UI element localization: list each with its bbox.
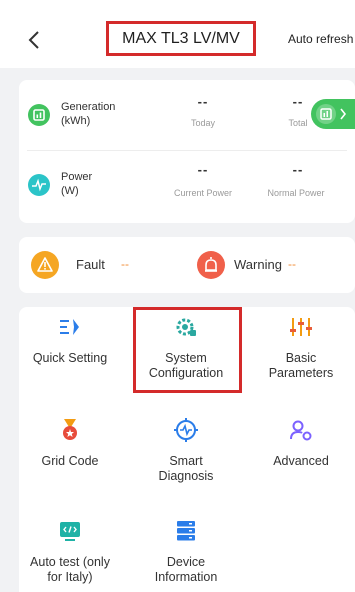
grid-code-button[interactable]: Grid Code	[18, 418, 122, 469]
normal-power-value: --	[292, 162, 304, 177]
grid-code-icon	[58, 418, 82, 442]
advanced-label: Advanced	[249, 454, 353, 469]
fault-label: Fault	[76, 257, 105, 272]
current-power-label: Current Power	[173, 188, 233, 198]
basic-parameters-label: Basic Parameters	[249, 351, 353, 381]
auto-test-label: Auto test (only for Italy)	[18, 555, 122, 585]
basic-parameters-icon	[289, 315, 313, 339]
power-label-line1: Power	[61, 171, 93, 183]
header-bar: MAX TL3 LV/MV Auto refresh	[0, 0, 355, 68]
system-configuration-highlight	[133, 307, 242, 393]
smart-diagnosis-icon	[174, 418, 198, 442]
fault-icon	[31, 251, 59, 279]
device-information-button[interactable]: Device Information	[134, 519, 238, 585]
auto-refresh-button[interactable]: Auto refresh	[288, 32, 353, 46]
warning-label: Warning	[234, 257, 282, 272]
quick-setting-label-line1: Quick Setting	[32, 351, 108, 365]
back-icon[interactable]	[24, 26, 44, 54]
quick-setting-label: Quick Setting	[18, 351, 122, 366]
power-row: Power (W) -- Current Power -- Normal Pow…	[19, 150, 355, 220]
generation-row: Generation (kWh) -- Today -- Total	[19, 80, 355, 150]
smart-diagnosis-label: Smart Diagnosis	[134, 454, 238, 484]
power-label: Power (W)	[61, 170, 131, 198]
device-information-label: Device Information	[134, 555, 238, 585]
warning-value: --	[288, 257, 296, 271]
status-card: Fault -- Warning --	[19, 237, 355, 293]
advanced-button[interactable]: Advanced	[249, 418, 353, 469]
quick-setting-icon	[58, 315, 82, 339]
device-information-label-line1: Device	[166, 555, 206, 569]
page-title: MAX TL3 LV/MV	[106, 21, 256, 56]
advanced-label-line1: Advanced	[273, 454, 329, 468]
generation-icon	[28, 104, 50, 126]
warning-icon	[197, 251, 225, 279]
device-information-label-line2: Information	[154, 570, 218, 584]
basic-parameters-button[interactable]: Basic Parameters	[249, 315, 353, 381]
grid-code-label-line1: Grid Code	[41, 454, 99, 468]
basic-parameters-label-line1: Basic	[285, 351, 317, 365]
power-label-line2: (W)	[61, 185, 79, 197]
metrics-card: Generation (kWh) -- Today -- Total Power…	[19, 80, 355, 223]
auto-test-button[interactable]: Auto test (only for Italy)	[18, 519, 122, 585]
grid-code-label: Grid Code	[18, 454, 122, 469]
generation-label-line1: Generation	[61, 101, 116, 113]
smart-diagnosis-button[interactable]: Smart Diagnosis	[134, 418, 238, 484]
server-icon	[174, 519, 198, 543]
generation-label: Generation (kWh)	[61, 100, 131, 128]
generation-label-line2: (kWh)	[61, 115, 91, 127]
auto-test-icon	[58, 519, 82, 543]
auto-test-label-line1: Auto test (only	[30, 555, 110, 569]
today-label: Today	[190, 118, 216, 128]
quick-setting-button[interactable]: Quick Setting	[18, 315, 122, 366]
normal-power-label: Normal Power	[267, 188, 325, 198]
today-value: --	[197, 94, 209, 109]
basic-parameters-label-line2: Parameters	[268, 366, 334, 380]
fault-value: --	[121, 257, 129, 271]
chart-shortcut-button[interactable]	[311, 99, 355, 129]
auto-test-label-line2: for Italy)	[47, 570, 93, 584]
user-settings-icon	[289, 418, 313, 442]
smart-diagnosis-label-line1: Smart	[169, 454, 203, 468]
smart-diagnosis-label-line2: Diagnosis	[158, 469, 214, 483]
current-power-value: --	[197, 162, 209, 177]
power-icon	[28, 174, 50, 196]
